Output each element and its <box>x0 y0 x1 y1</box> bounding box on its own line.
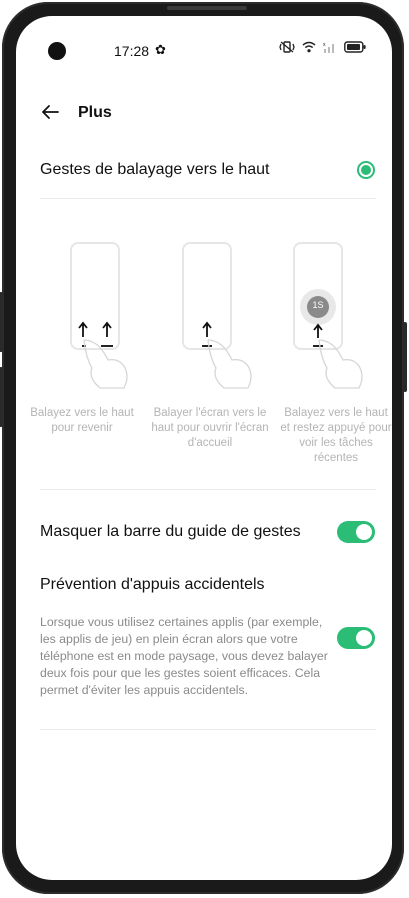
svg-text:x: x <box>323 42 326 48</box>
gesture-caption-recents: Balayez vers le haut et restez appuyé po… <box>280 407 392 464</box>
divider <box>40 489 376 490</box>
status-icons: x <box>279 41 366 53</box>
divider <box>40 198 376 199</box>
accidental-prevention-label: Prévention d'appuis accidentels <box>40 576 265 593</box>
gesture-back-illustration <box>70 242 128 389</box>
accidental-prevention-toggle[interactable] <box>337 627 375 649</box>
divider <box>40 729 376 730</box>
volume-button <box>0 367 3 427</box>
vibrate-icon <box>279 41 295 53</box>
hand-gesture-icon <box>318 339 363 389</box>
hide-guide-bar-toggle[interactable] <box>337 521 375 543</box>
screen: 17:28 ✿ x Plus Gestes de balayage vers l… <box>16 16 392 880</box>
status-time: 17:28 <box>114 43 150 59</box>
gesture-home-illustration <box>182 242 252 389</box>
settings-gear-icon: ✿ <box>155 42 166 57</box>
front-camera <box>48 42 66 60</box>
signal-icon: x <box>323 42 334 53</box>
volume-button <box>0 292 3 352</box>
page-title: Plus <box>78 104 112 121</box>
gesture-caption-back: Balayez vers le haut pour revenir <box>30 407 134 434</box>
hide-guide-bar-label: Masquer la barre du guide de gestes <box>40 523 301 540</box>
swipe-gestures-option-label[interactable]: Gestes de balayage vers le haut <box>40 161 269 179</box>
wifi-icon <box>302 41 316 53</box>
phone-frame: 17:28 ✿ x Plus Gestes de balayage vers l… <box>0 2 407 894</box>
gesture-recents-illustration: 1S <box>293 242 363 389</box>
accidental-prevention-description: Lorsque vous utilisez certaines applis (… <box>40 615 328 697</box>
speaker-grille <box>167 6 247 10</box>
swipe-gestures-radio[interactable] <box>357 161 375 179</box>
battery-icon <box>344 41 366 53</box>
gesture-caption-home: Balayer l'écran vers le haut pour ouvrir… <box>151 407 269 449</box>
hand-gesture-icon <box>207 339 252 389</box>
hold-duration-badge: 1S <box>312 300 324 310</box>
hand-gesture-icon <box>83 339 128 389</box>
back-arrow-icon[interactable] <box>40 104 60 120</box>
power-button <box>403 322 407 392</box>
